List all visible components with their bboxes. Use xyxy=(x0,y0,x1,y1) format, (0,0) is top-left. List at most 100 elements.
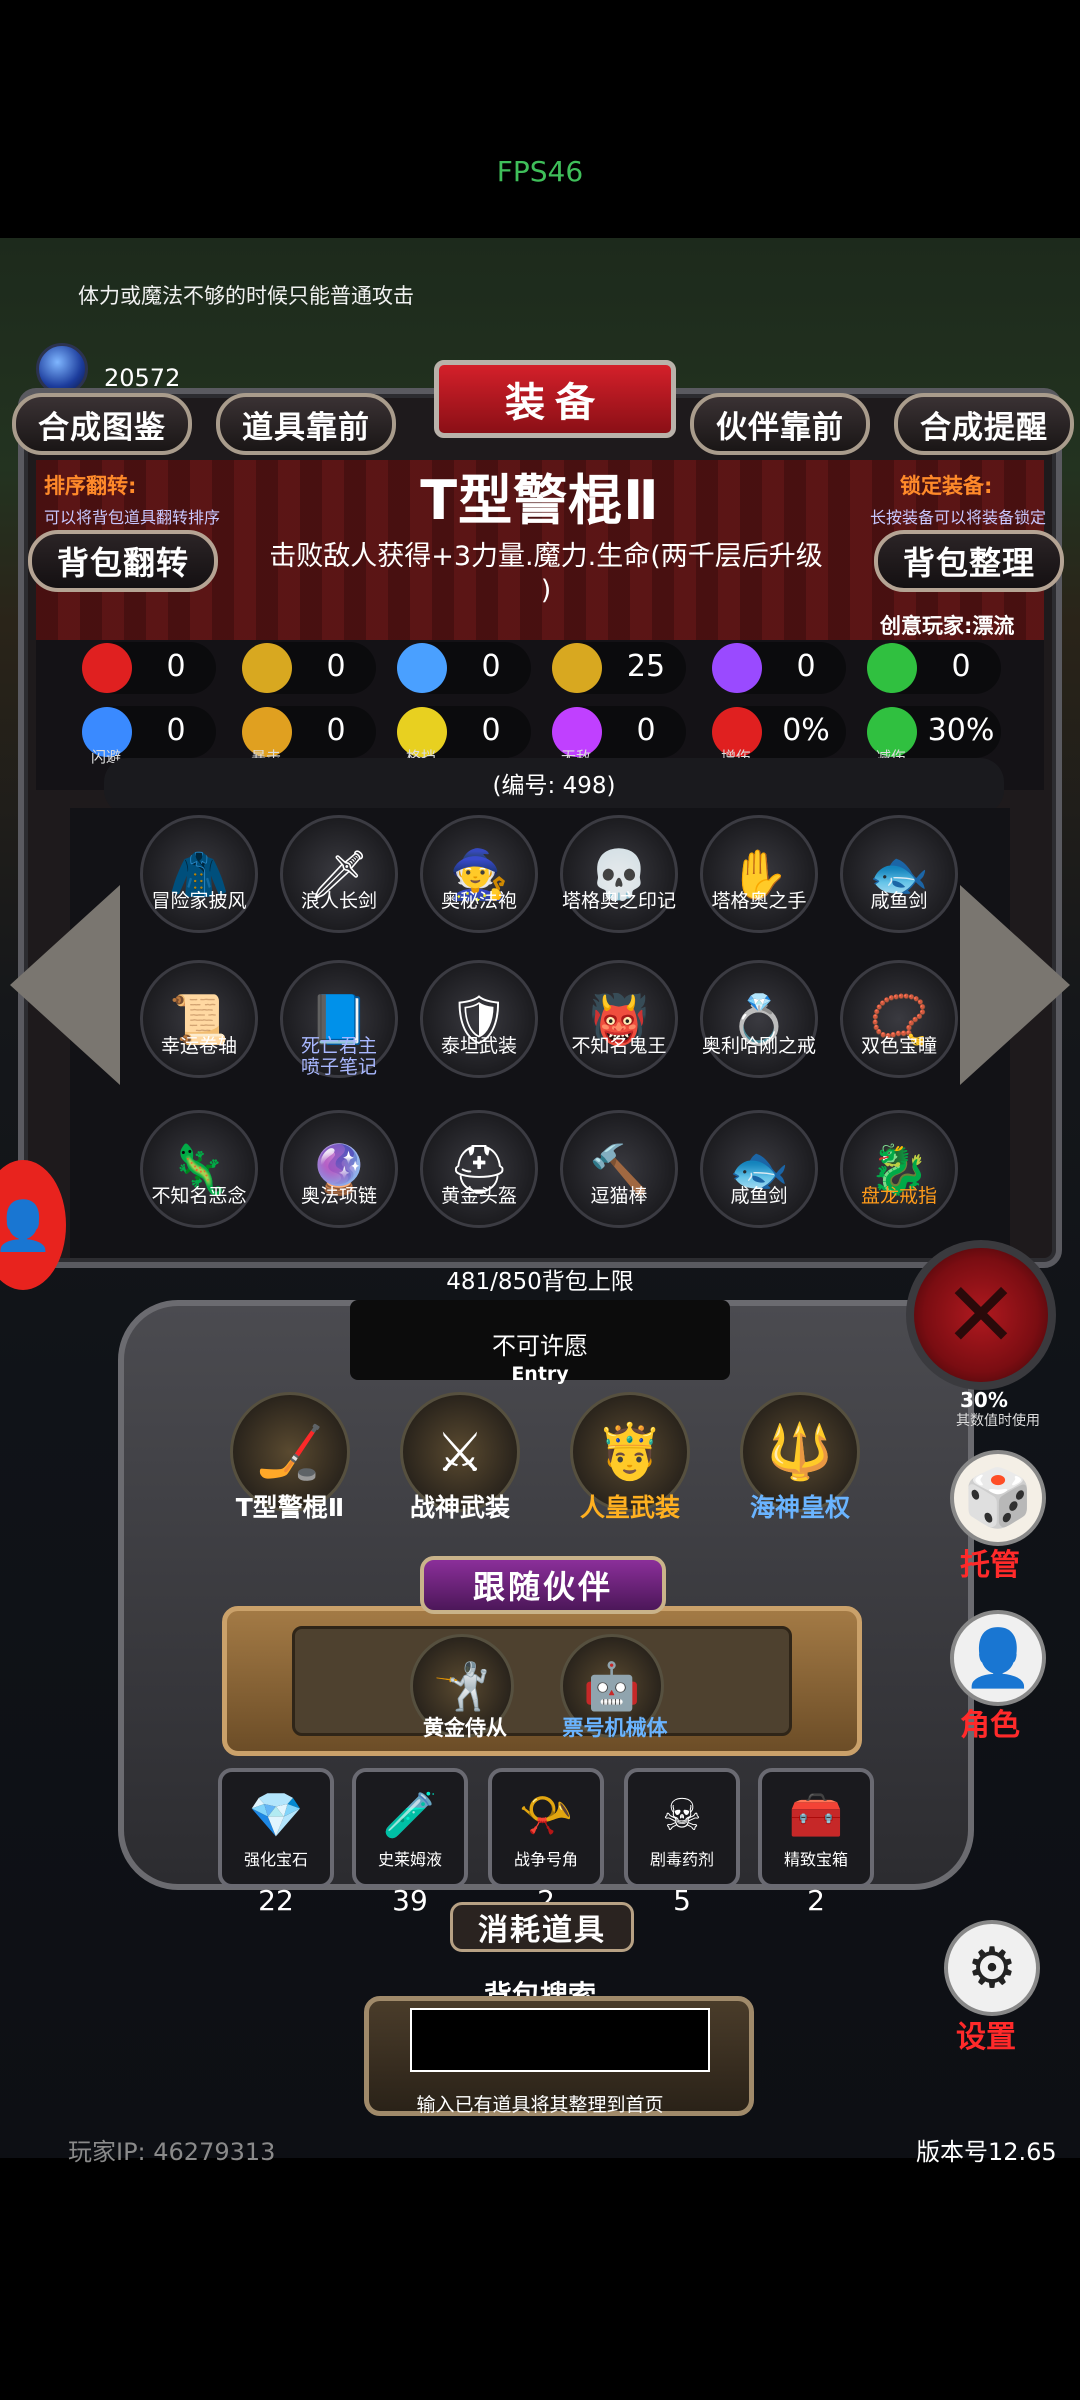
player-ip: 玩家IP: 46279313 xyxy=(68,2138,276,2166)
inventory-item[interactable]: 🐟 xyxy=(700,1110,818,1228)
consumable-icon: ☠ xyxy=(662,1789,702,1841)
percent-value: 30% xyxy=(960,1388,1008,1412)
settings-label[interactable]: 设置 xyxy=(956,2012,1016,2056)
inventory-item-label: 死亡君主 喷子笔记 xyxy=(300,1035,377,1078)
magic-staff-icon xyxy=(552,643,602,693)
inventory-item[interactable]: ✋ xyxy=(700,815,818,933)
inventory-item-label: 浪人长剑 xyxy=(300,890,377,912)
percent-note: 其数值时使用 xyxy=(956,1413,1040,1429)
consumable-count: 22 xyxy=(258,1884,294,1917)
inventory-item-label: 幸运卷轴 xyxy=(160,1035,237,1057)
consumable-label: 强化宝石 xyxy=(243,1850,308,1869)
consumable-icon: 🧪 xyxy=(382,1790,438,1841)
equipped-icon: ⚔ xyxy=(435,1420,485,1484)
inventory-item-label: 逗猫棒 xyxy=(590,1185,648,1207)
inventory-item[interactable]: 🧥 xyxy=(140,815,258,933)
consumable-count: 5 xyxy=(673,1884,691,1917)
wish-entry-label: Entry xyxy=(511,1363,569,1385)
consumable-label: 剧毒药剂 xyxy=(649,1850,714,1869)
inventory-item-label: 盘龙戒指 xyxy=(860,1185,937,1207)
settings-gear-icon[interactable]: ⚙ xyxy=(944,1920,1040,2016)
dice-icon[interactable]: 🎲 xyxy=(950,1450,1046,1546)
equipped-label: T型警棍Ⅱ xyxy=(235,1493,345,1522)
stat-value: 0 xyxy=(166,649,186,684)
stat-value: 0% xyxy=(782,713,830,748)
prev-page-arrow[interactable] xyxy=(10,885,120,1085)
item-desc-line1: 击败敌人获得+3力量.魔力.生命(两千层后升级 xyxy=(269,541,823,572)
equipped-label: 战神武装 xyxy=(409,1493,510,1522)
stat-value: 0 xyxy=(326,649,346,684)
inventory-item-label: 黄金头盔 xyxy=(440,1185,517,1207)
consumable-icon: 💎 xyxy=(248,1790,304,1841)
stat-value: 0 xyxy=(326,713,346,748)
synth-atlas-button[interactable]: 合成图鉴 xyxy=(12,393,192,455)
inventory-item-label: 泰坦武装 xyxy=(440,1035,517,1057)
companion-label: 票号机械体 xyxy=(562,1716,668,1740)
inventory-item[interactable]: 🛡 xyxy=(420,960,538,1078)
armor-icon xyxy=(242,643,292,693)
stat-value: 0 xyxy=(796,649,816,684)
equipped-label: 海神皇权 xyxy=(749,1493,850,1522)
inventory-item-label: 冒险家披风 xyxy=(151,890,247,912)
fps-counter: FPS46 xyxy=(496,155,584,188)
inventory-item[interactable]: ⛑ xyxy=(420,1110,538,1228)
item-number: (编号: 498) xyxy=(104,758,1004,814)
inventory-item-label: 不知名恶念 xyxy=(151,1185,247,1207)
inventory-item-label: 奥利哈刚之戒 xyxy=(701,1035,816,1057)
inventory-item[interactable]: 👹 xyxy=(560,960,678,1078)
inventory-item[interactable]: 🐟 xyxy=(840,815,958,933)
character-label[interactable]: 角色 xyxy=(960,1700,1020,1744)
search-hint: 输入已有道具将其整理到首页 xyxy=(416,2094,664,2116)
bag-sort-button[interactable]: 背包整理 xyxy=(874,530,1064,592)
synth-remind-button[interactable]: 合成提醒 xyxy=(894,393,1074,455)
creator-credit: 创意玩家:漂流 xyxy=(880,614,1015,638)
inventory-item-label: 奥法项链 xyxy=(300,1185,377,1207)
inventory-item[interactable]: 🐉 xyxy=(840,1110,958,1228)
consumable-icon: 📯 xyxy=(518,1790,574,1841)
bottom-bar xyxy=(0,2158,1080,2400)
companion-icon: 🤖 xyxy=(583,1658,641,1713)
next-page-arrow[interactable] xyxy=(960,885,1070,1085)
inventory-item-label: 塔格奥之手 xyxy=(711,890,807,912)
stat-value: 0 xyxy=(166,713,186,748)
inventory-item-label: 不知名鬼王 xyxy=(571,1035,667,1057)
bag-flip-button[interactable]: 背包翻转 xyxy=(28,530,218,592)
consumable-label: 精致宝箱 xyxy=(783,1850,848,1869)
auto-manage-label[interactable]: 托管 xyxy=(960,1540,1020,1584)
consumable-label: 战争号角 xyxy=(513,1850,578,1869)
bag-search-input[interactable] xyxy=(410,2008,710,2072)
companion-label: 黄金侍从 xyxy=(423,1716,507,1740)
stat-value: 30% xyxy=(927,713,995,748)
inventory-item[interactable]: 🗡 xyxy=(280,815,398,933)
equipped-icon: 🤴 xyxy=(596,1420,664,1483)
inventory-item[interactable]: 📜 xyxy=(140,960,258,1078)
boot-icon xyxy=(397,643,447,693)
inventory-item-label: 咸鱼剑 xyxy=(870,890,928,912)
version-label: 版本号12.65 xyxy=(916,2138,1057,2166)
stat-value: 0 xyxy=(481,649,501,684)
inventory-item[interactable]: 📿 xyxy=(840,960,958,1078)
items-front-button[interactable]: 道具靠前 xyxy=(216,393,396,455)
consumable-count: 2 xyxy=(807,1884,825,1917)
item-name: T型警棍Ⅱ xyxy=(420,469,660,532)
item-description: 击败敌人获得+3力量.魔力.生命(两千层后升级 ) xyxy=(258,540,834,608)
heart-icon xyxy=(82,643,132,693)
inventory-item[interactable]: 🦎 xyxy=(140,1110,258,1228)
consumable-label: 史莱姆液 xyxy=(377,1850,442,1869)
hint-text: 体力或魔法不够的时候只能普通攻击 xyxy=(78,284,414,308)
character-icon[interactable]: 👤 xyxy=(950,1610,1046,1706)
inventory-item[interactable]: 💍 xyxy=(700,960,818,1078)
stat-value: 0 xyxy=(636,713,656,748)
consumables-banner: 消耗道具 xyxy=(450,1902,634,1952)
inventory-item[interactable]: 🔨 xyxy=(560,1110,678,1228)
close-x-icon[interactable]: ✕ xyxy=(906,1240,1056,1390)
partner-front-button[interactable]: 伙伴靠前 xyxy=(690,393,870,455)
lightning-icon xyxy=(712,643,762,693)
inventory-item[interactable]: 💀 xyxy=(560,815,678,933)
clover-icon xyxy=(867,643,917,693)
inventory-item[interactable]: 🔮 xyxy=(280,1110,398,1228)
inventory-item[interactable]: 🧙 xyxy=(420,815,538,933)
inventory-item-label: 咸鱼剑 xyxy=(730,1185,788,1207)
consumable-icon: 🧰 xyxy=(788,1790,844,1841)
inventory-item-label: 奥秘法袍 xyxy=(440,890,517,912)
